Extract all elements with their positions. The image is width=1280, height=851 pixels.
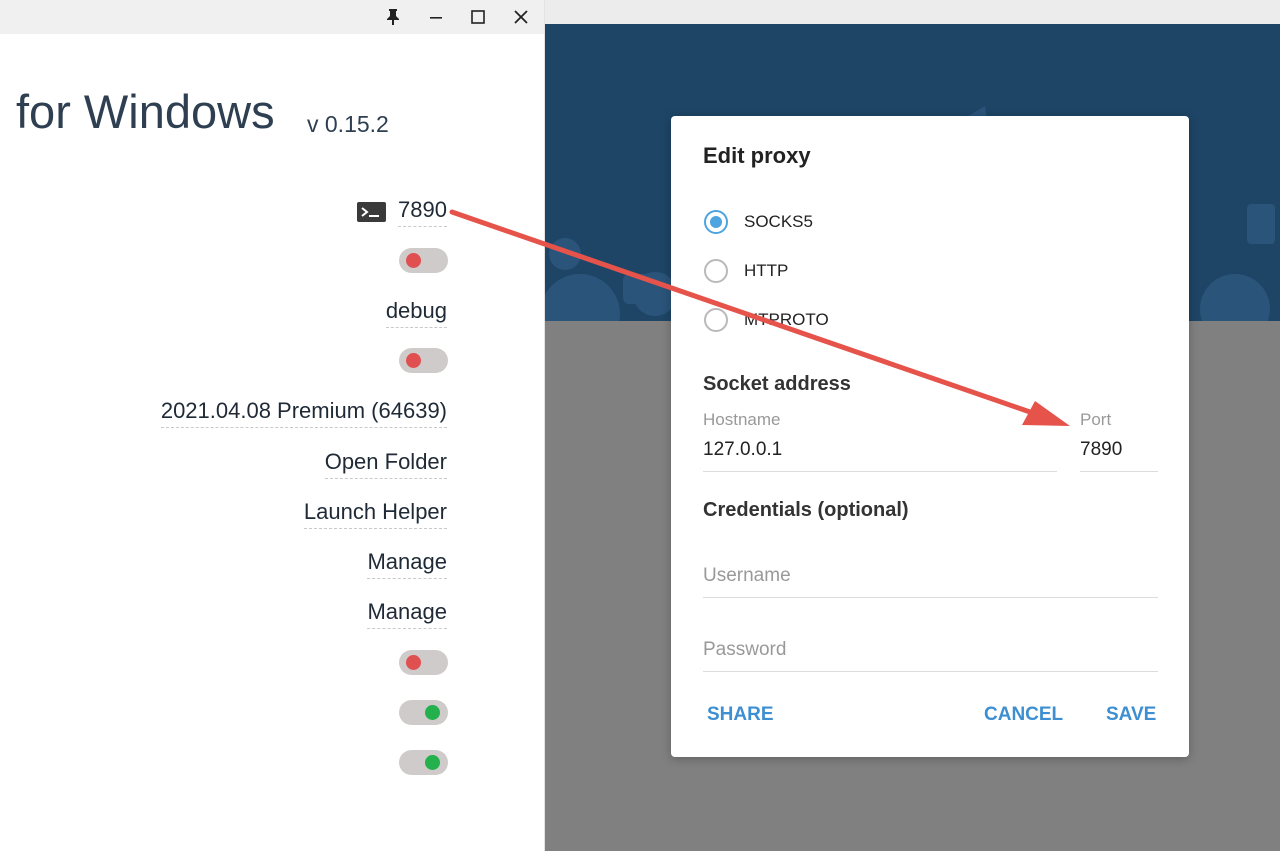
- radio-button[interactable]: [704, 210, 728, 234]
- save-button[interactable]: SAVE: [1106, 704, 1156, 726]
- port-value[interactable]: 7890: [398, 197, 447, 227]
- app-version: v 0.15.2: [307, 111, 389, 137]
- port-setting[interactable]: 7890: [357, 197, 447, 227]
- title-bar: [545, 0, 1280, 24]
- radio-button[interactable]: [704, 259, 728, 283]
- socket-address-heading: Socket address: [703, 373, 851, 395]
- toggle-switch-4[interactable]: [399, 700, 448, 725]
- hostname-input[interactable]: 127.0.0.1: [703, 439, 782, 461]
- edit-proxy-dialog: Edit proxy SOCKS5 HTTP MTPROTO Socket ad…: [671, 116, 1189, 757]
- port-input[interactable]: 7890: [1080, 439, 1122, 461]
- pin-icon[interactable]: [380, 4, 406, 30]
- dialog-title: Edit proxy: [703, 143, 811, 168]
- share-button[interactable]: SHARE: [707, 704, 774, 726]
- launch-helper-link[interactable]: Launch Helper: [303, 499, 447, 529]
- toggle-knob: [406, 655, 421, 670]
- cancel-button[interactable]: CANCEL: [984, 704, 1063, 726]
- password-input[interactable]: Password: [703, 639, 786, 661]
- manage-link-1[interactable]: Manage: [367, 549, 447, 579]
- username-underline: [703, 597, 1158, 598]
- toggle-knob: [425, 705, 440, 720]
- radio-label: SOCKS5: [744, 212, 813, 231]
- radio-button[interactable]: [704, 308, 728, 332]
- radio-mtproto[interactable]: MTPROTO: [704, 308, 829, 332]
- username-input[interactable]: Username: [703, 565, 791, 587]
- toggle-knob: [425, 755, 440, 770]
- log-level-link[interactable]: debug: [385, 298, 447, 328]
- manage-link-2[interactable]: Manage: [367, 599, 447, 629]
- hostname-label: Hostname: [703, 410, 781, 429]
- open-folder-link[interactable]: Open Folder: [324, 449, 447, 479]
- close-icon[interactable]: [508, 4, 534, 30]
- toggle-switch-2[interactable]: [399, 348, 448, 373]
- hostname-underline: [703, 471, 1057, 472]
- port-underline: [1080, 471, 1158, 472]
- app-title: for Windows: [16, 85, 275, 138]
- toggle-knob: [406, 353, 421, 368]
- radio-http[interactable]: HTTP: [704, 259, 788, 283]
- password-underline: [703, 671, 1158, 672]
- toggle-switch-1[interactable]: [399, 248, 448, 273]
- radio-label: MTPROTO: [744, 310, 829, 329]
- credentials-heading: Credentials (optional): [703, 499, 909, 521]
- minimize-icon[interactable]: [423, 4, 449, 30]
- toggle-switch-5[interactable]: [399, 750, 448, 775]
- toggle-switch-3[interactable]: [399, 650, 448, 675]
- radio-label: HTTP: [744, 261, 789, 280]
- maximize-icon[interactable]: [465, 4, 491, 30]
- terminal-icon[interactable]: [357, 202, 387, 222]
- port-label: Port: [1080, 410, 1112, 429]
- core-version-link[interactable]: 2021.04.08 Premium (64639): [160, 398, 447, 428]
- radio-socks5[interactable]: SOCKS5: [704, 210, 813, 234]
- toggle-knob: [406, 253, 421, 268]
- clash-window: for Windows v 0.15.2 7890 debug 2021.04.…: [0, 0, 545, 851]
- title-bar: [0, 0, 544, 34]
